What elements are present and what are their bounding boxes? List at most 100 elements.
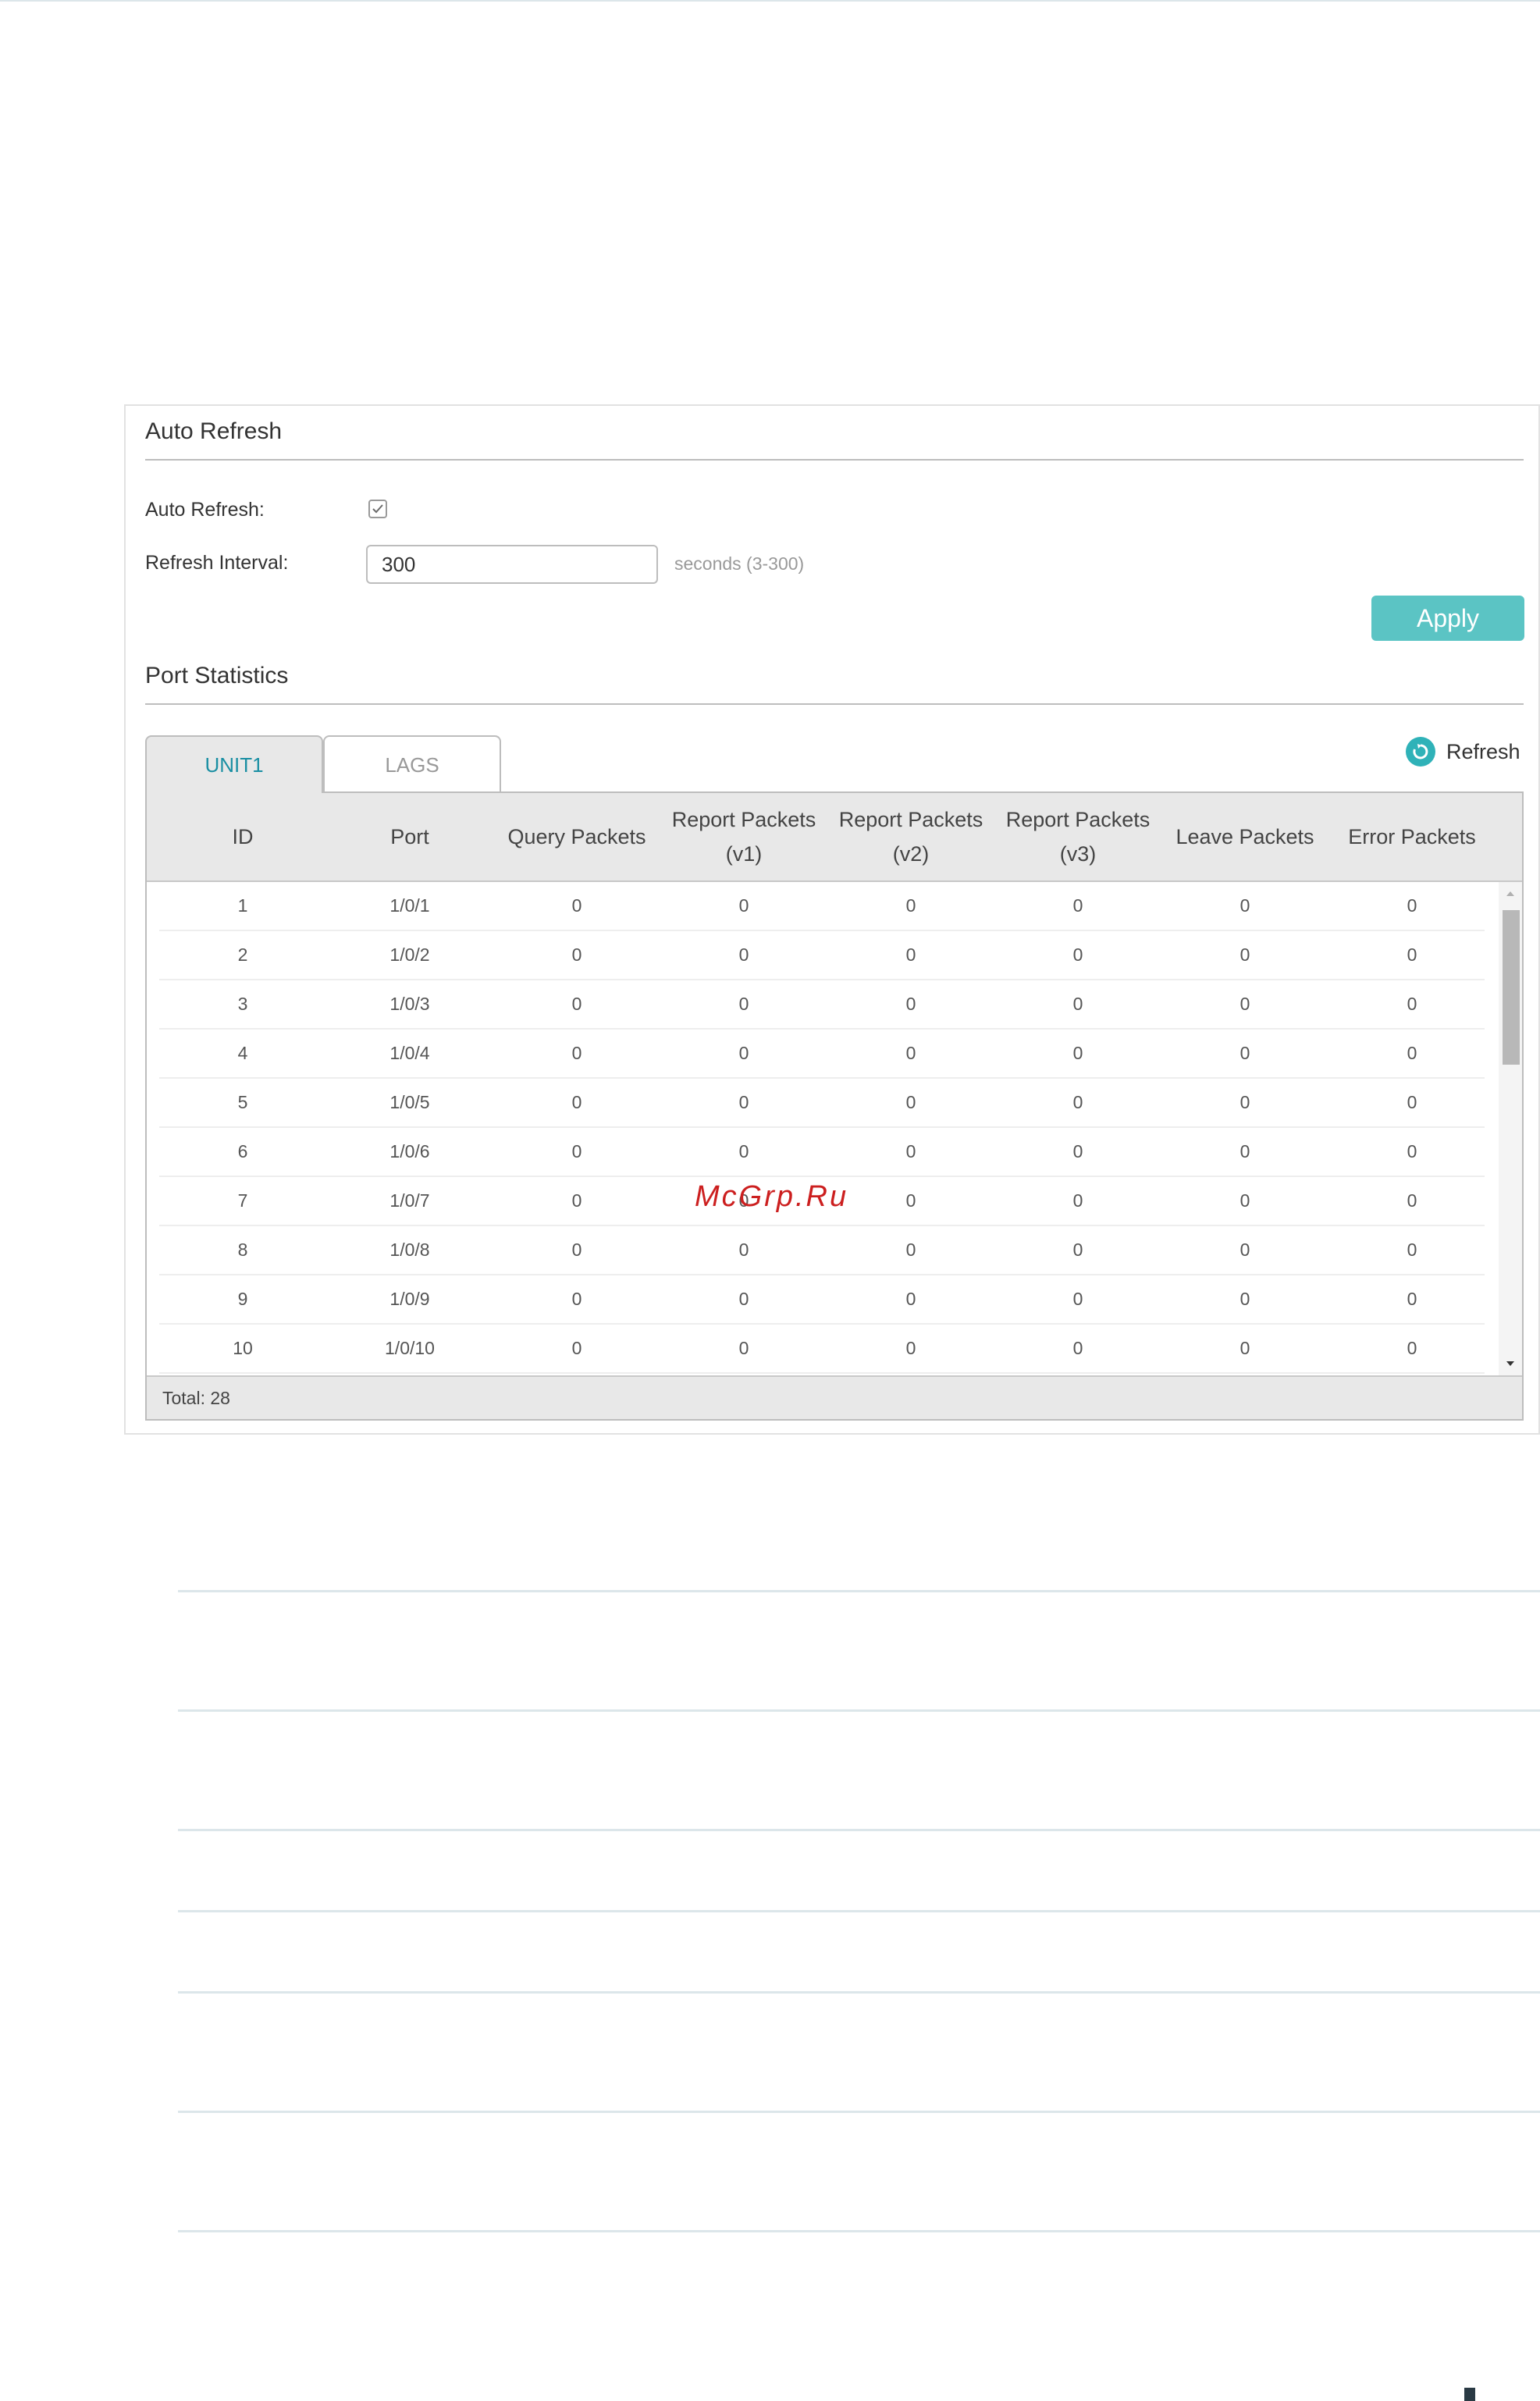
table-cell: 8 [237,1240,248,1260]
col-header-report-v2: Report Packets (v2) [838,808,983,866]
table-cell: 10 [233,1338,253,1358]
table-cell: 0 [571,1240,582,1260]
table-cell: 0 [1407,994,1417,1014]
table-cell: 0 [738,1043,749,1063]
tab-unit1[interactable]: UNIT1 [145,735,323,793]
table-cell: 1/0/10 [385,1338,435,1358]
triangle-up-icon[interactable] [1499,884,1522,904]
table-cell: 0 [1072,895,1083,916]
table-cell: 0 [905,1240,916,1260]
table-row[interactable]: 6 1/0/6 0 0 0 0 0 0 [159,1128,1485,1177]
table-row[interactable]: 2 1/0/2 0 0 0 0 0 0 [159,931,1485,980]
table-total: Total: 28 [147,1375,1522,1419]
page-corner-mark [1464,2388,1475,2401]
table-cell: 6 [237,1141,248,1161]
table-body: 1 1/0/1 0 0 0 0 0 0 2 1/0/2 0 0 0 0 0 0 3 1/0/3 0 0 0 0 0 0 4 1/0… [147,882,1497,1375]
table-cell: 0 [571,1043,582,1063]
table-cell: 0 [571,895,582,916]
table-cell: 0 [571,1141,582,1161]
col-header-query-packets: Query Packets [507,825,646,848]
table-cell: 0 [905,944,916,965]
table-cell: 0 [1239,1043,1250,1063]
table-cell: 0 [905,1092,916,1112]
auto-refresh-title: Auto Refresh [145,418,283,444]
table-cell: 0 [1072,1043,1083,1063]
table-cell: 1/0/7 [389,1190,430,1211]
table-cell: 3 [237,994,248,1014]
tab-lags[interactable]: LAGS [323,735,501,793]
table-cell: 0 [1407,1338,1417,1358]
table-cell: 0 [905,1043,916,1063]
table-cell: 0 [571,1289,582,1309]
table-cell: 0 [1072,994,1083,1014]
table-cell: 0 [1407,944,1417,965]
table-cell: 1/0/4 [389,1043,430,1063]
table-row[interactable]: 1 1/0/1 0 0 0 0 0 0 [159,882,1485,931]
table-cell: 0 [1239,1338,1250,1358]
refresh-interval-hint: seconds (3-300) [674,553,805,574]
table-cell: 0 [738,1289,749,1309]
table-cell: 0 [905,1141,916,1161]
table-cell: 0 [1072,1141,1083,1161]
table-cell: 0 [1239,1240,1250,1260]
table-cell: 9 [237,1289,248,1309]
table-cell: 1/0/9 [389,1289,430,1309]
table-cell: 0 [1407,1043,1417,1063]
table-cell: 0 [1072,1190,1083,1211]
table-cell: 0 [1407,1092,1417,1112]
table-line [178,2111,1540,2113]
table-cell: 0 [1072,1338,1083,1358]
scrollbar-thumb[interactable] [1503,910,1520,1065]
table-scrollbar[interactable] [1499,882,1522,1375]
table-cell: 0 [1239,1092,1250,1112]
table-cell: 0 [738,1338,749,1358]
refresh-interval-input[interactable] [366,545,658,584]
table-cell: 0 [571,994,582,1014]
triangle-down-icon[interactable] [1499,1353,1522,1374]
table-cell: 0 [1072,1240,1083,1260]
table-cell: 0 [1072,1092,1083,1112]
table-header: ID Port Query Packets Report Packets (v1… [147,793,1522,882]
table-cell: 0 [905,1190,916,1211]
table-cell: 1/0/1 [389,895,430,916]
table-line [178,2230,1540,2232]
port-statistics-divider [145,703,1524,705]
table-row[interactable]: 9 1/0/9 0 0 0 0 0 0 [159,1275,1485,1325]
table-cell: 1/0/6 [389,1141,430,1161]
table-cell: 1/0/3 [389,994,430,1014]
table-row[interactable]: 3 1/0/3 0 0 0 0 0 0 [159,980,1485,1030]
apply-button[interactable]: Apply [1371,596,1524,641]
table-cell: 1/0/5 [389,1092,430,1112]
table-row[interactable]: 10 1/0/10 0 0 0 0 0 0 [159,1325,1485,1374]
table-cell: 4 [237,1043,248,1063]
table-cell: 0 [1407,1240,1417,1260]
table-cell: 0 [571,1092,582,1112]
port-statistics-table: ID Port Query Packets Report Packets (v1… [145,791,1524,1421]
table-cell: 0 [571,944,582,965]
table-cell: 0 [571,1338,582,1358]
table-cell: 1/0/8 [389,1240,430,1260]
table-cell: 0 [738,994,749,1014]
table-line [178,1991,1540,1994]
table-cell: 0 [1072,944,1083,965]
col-header-error-packets: Error Packets [1348,825,1476,848]
table-line [178,1590,1540,1592]
col-header-leave-packets: Leave Packets [1175,825,1314,848]
table-row[interactable]: 5 1/0/5 0 0 0 0 0 0 [159,1079,1485,1128]
table-row[interactable]: 4 1/0/4 0 0 0 0 0 0 [159,1030,1485,1079]
igmp-port-statistics-panel: Auto Refresh Auto Refresh: Refresh Inter… [124,404,1540,1435]
refresh-button[interactable]: Refresh [1406,737,1520,767]
table-cell: 0 [1072,1289,1083,1309]
table-cell: 0 [905,994,916,1014]
table-cell: 0 [1407,1190,1417,1211]
refresh-icon [1406,737,1435,767]
table-cell: 0 [1407,1289,1417,1309]
table-cell: 1 [237,895,248,916]
table-row[interactable]: 8 1/0/8 0 0 0 0 0 0 [159,1226,1485,1275]
auto-refresh-label: Auto Refresh: [145,499,265,521]
table-cell: 0 [738,1240,749,1260]
auto-refresh-checkbox[interactable] [368,500,387,518]
table-cell: 0 [1239,944,1250,965]
table-cell: 7 [237,1190,248,1211]
col-header-port: Port [390,825,429,848]
